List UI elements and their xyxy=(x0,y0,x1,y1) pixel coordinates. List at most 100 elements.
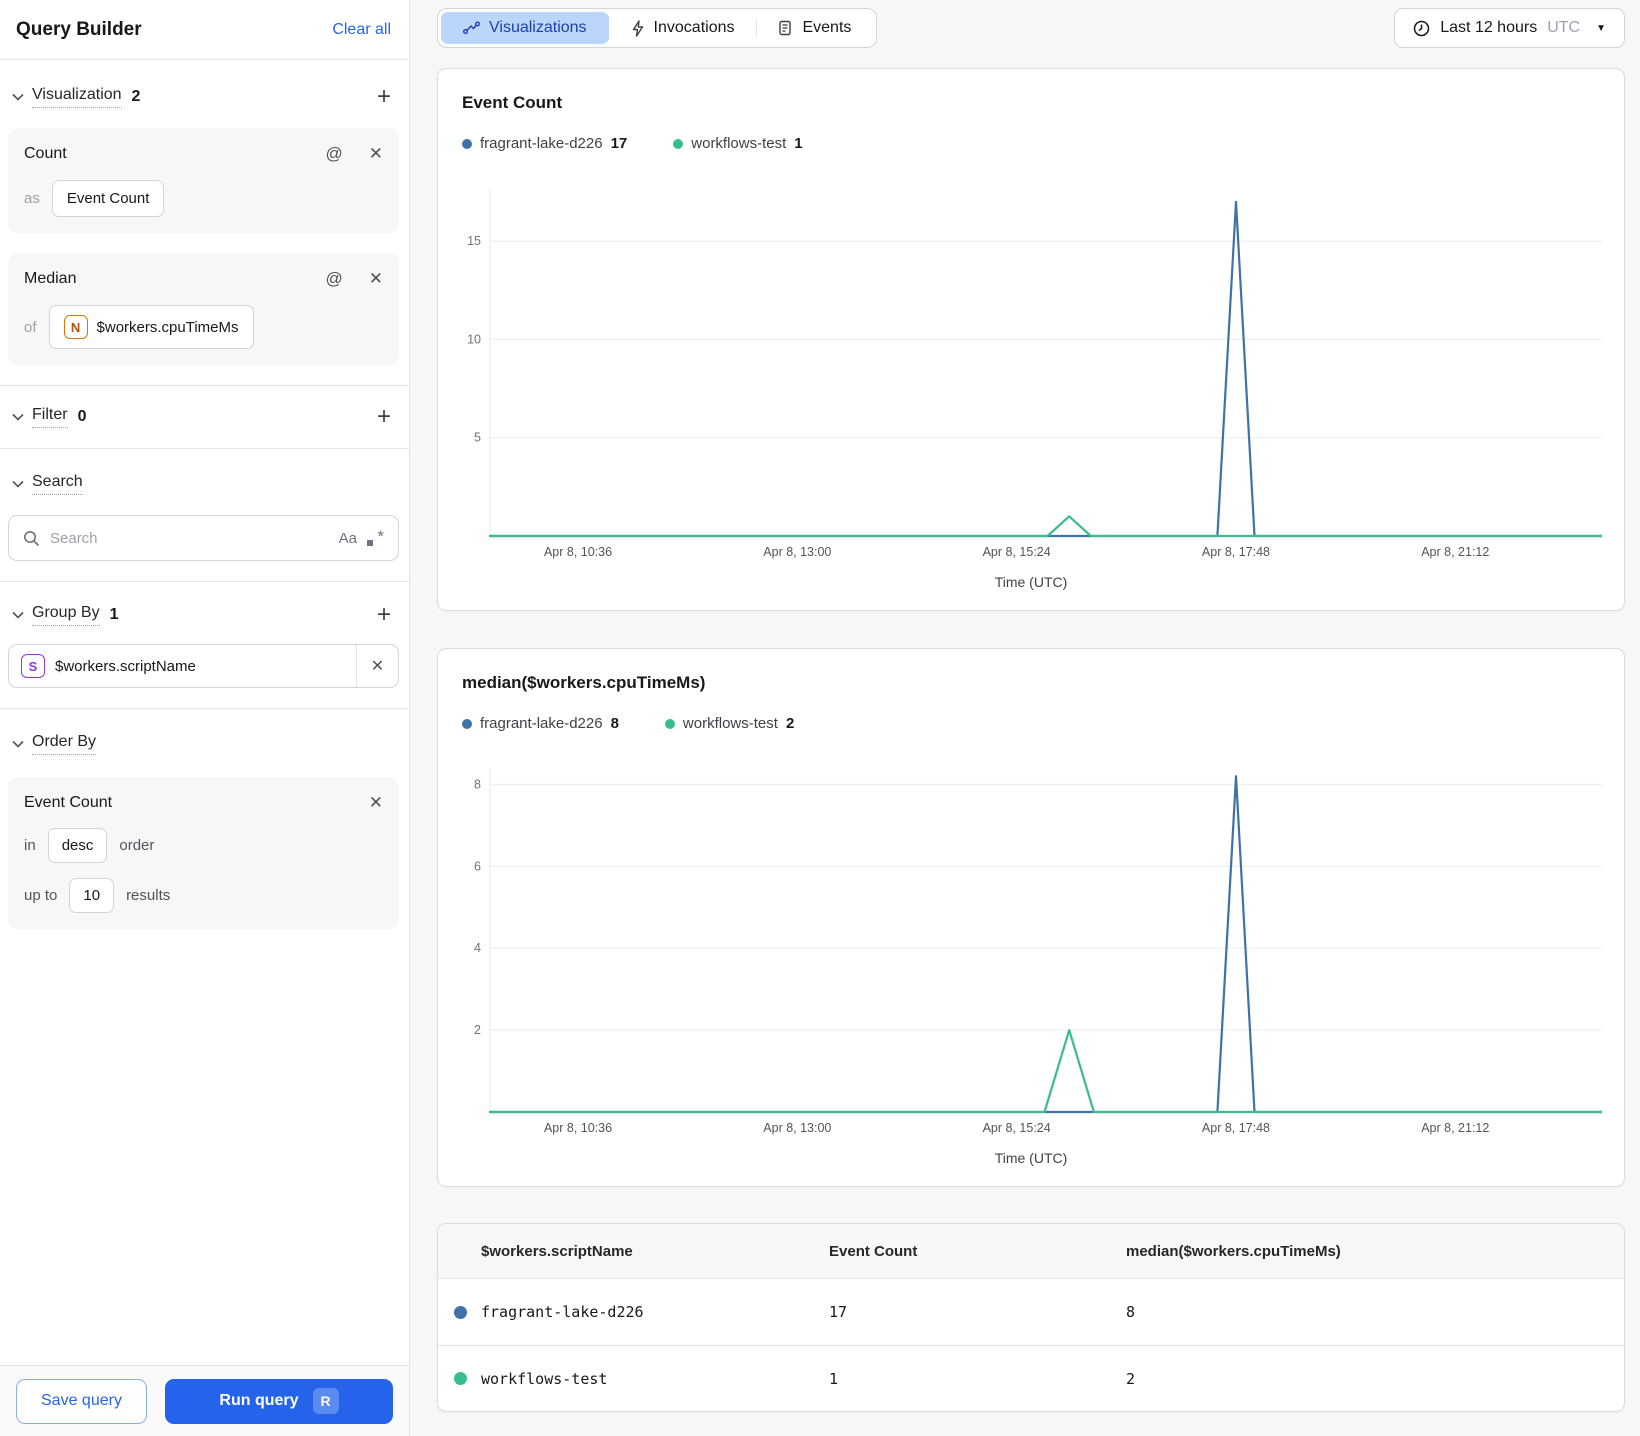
legend-item[interactable]: fragrant-lake-d226 17 xyxy=(462,135,627,152)
tab-events[interactable]: Events xyxy=(756,12,873,44)
close-icon[interactable]: ✕ xyxy=(369,144,383,164)
time-range-dropdown[interactable]: Last 12 hours UTC ▼ xyxy=(1394,8,1625,48)
series-dot xyxy=(462,718,472,729)
add-group-by-button[interactable]: + xyxy=(377,603,391,627)
order-direction-select[interactable]: desc xyxy=(47,828,108,863)
divider xyxy=(0,581,409,582)
clock-icon xyxy=(1413,20,1430,37)
app-root: Query Builder Clear all Visualization 2 … xyxy=(0,0,1640,1436)
chevron-down-icon[interactable] xyxy=(10,607,26,623)
series-dot xyxy=(673,138,684,149)
divider xyxy=(0,708,409,709)
svg-text:Apr 8, 15:24: Apr 8, 15:24 xyxy=(983,1121,1051,1135)
string-type-icon: S xyxy=(21,654,45,678)
save-query-button[interactable]: Save query xyxy=(16,1378,147,1424)
chart-line-icon xyxy=(463,21,480,35)
series-total: 1 xyxy=(794,135,803,152)
search-input[interactable] xyxy=(50,529,329,547)
add-visualization-button[interactable]: + xyxy=(377,85,391,109)
tab-label: Visualizations xyxy=(489,19,587,36)
divider xyxy=(0,448,409,449)
close-icon[interactable]: ✕ xyxy=(369,793,383,813)
series-name: fragrant-lake-d226 xyxy=(480,715,603,732)
series-name: workflows-test xyxy=(682,715,778,732)
median-field-value[interactable]: N $workers.cpuTimeMs xyxy=(48,305,254,349)
results-label: results xyxy=(126,887,171,904)
svg-text:Apr 8, 17:48: Apr 8, 17:48 xyxy=(1202,545,1270,559)
x-axis-title: Time (UTC) xyxy=(994,1150,1068,1166)
time-zone-label: UTC xyxy=(1547,19,1581,36)
caret-down-icon: ▼ xyxy=(1596,22,1606,34)
legend-item[interactable]: workflows-test 2 xyxy=(664,715,794,732)
svg-text:Apr 8, 15:24: Apr 8, 15:24 xyxy=(983,545,1051,559)
median-chart-card: median($workers.cpuTimeMs) fragrant-lake… xyxy=(437,648,1625,1187)
as-label: as xyxy=(24,190,40,207)
group-by-label: Group By xyxy=(32,604,100,626)
order-by-section-header: Order By xyxy=(0,729,409,759)
table-row[interactable]: fragrant-lake-d226 17 8 xyxy=(438,1279,1624,1345)
limit-input[interactable]: 10 xyxy=(69,878,115,913)
svg-text:Apr 8, 21:12: Apr 8, 21:12 xyxy=(1421,545,1489,559)
time-range-value: Last 12 hours xyxy=(1440,19,1538,36)
cell-script-name: workflows-test xyxy=(481,1369,608,1388)
topbar: Visualizations Invocations Events Last 1… xyxy=(410,0,1640,56)
run-query-button[interactable]: Run query R xyxy=(164,1378,393,1424)
in-label: in xyxy=(24,837,36,854)
divider xyxy=(0,385,409,386)
chevron-down-icon[interactable] xyxy=(10,736,26,752)
line-chart[interactable]: 2 4 6 8 Apr 8, 10:36 Apr 8, 13:00 Apr 8, 15:24… xyxy=(462,768,1602,1142)
up-to-label: up to xyxy=(24,887,58,904)
median-card-title: Median xyxy=(24,270,77,287)
count-card-title: Count xyxy=(24,145,67,162)
chart-title: median($workers.cpuTimeMs) xyxy=(462,673,706,692)
median-field-text: $workers.cpuTimeMs xyxy=(96,318,239,336)
svg-text:6: 6 xyxy=(474,859,481,873)
view-tabs: Visualizations Invocations Events xyxy=(437,8,878,48)
svg-text:15: 15 xyxy=(467,234,481,248)
series-total: 17 xyxy=(610,135,628,152)
visualization-label: Visualization xyxy=(32,86,122,108)
results-table-card: $workers.scriptName Event Count median($… xyxy=(437,1223,1625,1412)
svg-text:5: 5 xyxy=(474,431,481,445)
svg-text:2: 2 xyxy=(474,1023,481,1037)
visualization-count: 2 xyxy=(131,88,141,105)
clear-all-button[interactable]: Clear all xyxy=(332,21,391,39)
x-axis-title: Time (UTC) xyxy=(994,574,1068,590)
svg-text:Apr 8, 10:36: Apr 8, 10:36 xyxy=(544,1121,612,1135)
chevron-down-icon[interactable] xyxy=(10,409,26,425)
chevron-down-icon[interactable] xyxy=(10,476,26,492)
line-chart[interactable]: 5 10 15 Apr 8, 10:36 Apr 8, 13:00 Apr 8, 15:2… xyxy=(462,188,1602,566)
event-count-chart-card: Event Count fragrant-lake-d226 17 workfl… xyxy=(437,68,1625,611)
svg-text:10: 10 xyxy=(467,332,481,346)
order-by-label: Order By xyxy=(32,733,97,755)
svg-text:8: 8 xyxy=(474,777,481,791)
at-mention-icon[interactable]: @ xyxy=(325,144,342,164)
tab-invocations[interactable]: Invocations xyxy=(609,12,757,44)
run-query-shortcut: R xyxy=(312,1388,339,1414)
group-by-count: 1 xyxy=(109,606,119,623)
col-median: median($workers.cpuTimeMs) xyxy=(1126,1242,1341,1260)
regex-icon[interactable]: * xyxy=(367,527,384,547)
at-mention-icon[interactable]: @ xyxy=(325,269,342,289)
search-section-header: Search xyxy=(0,469,409,499)
search-icon xyxy=(23,530,40,547)
chevron-down-icon[interactable] xyxy=(10,89,26,105)
table-row[interactable]: workflows-test 1 2 xyxy=(438,1345,1624,1411)
series-name: workflows-test xyxy=(691,135,787,152)
add-filter-button[interactable]: + xyxy=(377,405,391,429)
count-alias-value[interactable]: Event Count xyxy=(51,180,165,217)
match-case-icon[interactable]: Aa xyxy=(339,530,357,547)
tab-visualizations[interactable]: Visualizations xyxy=(441,12,609,44)
search-box: Aa * xyxy=(8,515,399,561)
order-by-field: Event Count xyxy=(24,794,113,811)
table-header-row: $workers.scriptName Event Count median($… xyxy=(438,1224,1624,1279)
chart-svg: 5 10 15 Apr 8, 10:36 Apr 8, 13:00 Apr 8, 15:2… xyxy=(467,188,1602,559)
close-icon[interactable]: ✕ xyxy=(369,269,383,289)
legend-item[interactable]: fragrant-lake-d226 8 xyxy=(462,715,619,732)
legend-item[interactable]: workflows-test 1 xyxy=(673,135,803,152)
svg-text:Apr 8, 13:00: Apr 8, 13:00 xyxy=(763,545,831,559)
remove-group-by-icon[interactable]: ✕ xyxy=(356,645,398,687)
group-by-chip[interactable]: S $workers.scriptName ✕ xyxy=(8,644,399,688)
query-builder-sidebar: Query Builder Clear all Visualization 2 … xyxy=(0,0,410,1436)
count-visualization-card: Count @ ✕ as Event Count xyxy=(8,128,399,233)
